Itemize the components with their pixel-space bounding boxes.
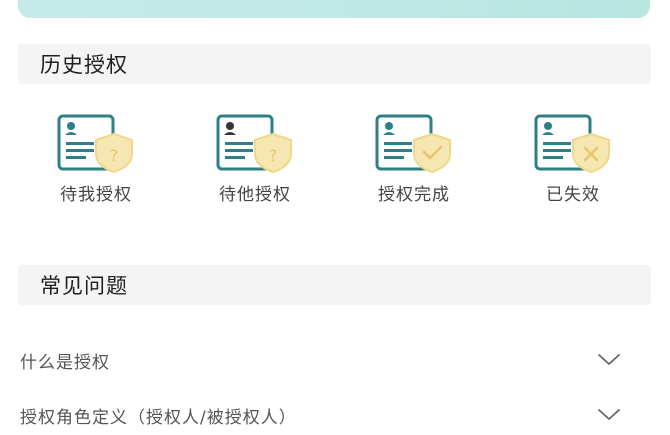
faq-section-title: 常见问题 xyxy=(40,274,128,298)
history-section-header: 历史授权 xyxy=(18,44,651,84)
history-item-label: 授权完成 xyxy=(378,185,450,205)
svg-text:?: ? xyxy=(110,146,119,165)
svg-text:?: ? xyxy=(269,146,278,165)
faq-item-role-definition[interactable]: 授权角色定义（授权人/被授权人） xyxy=(18,395,651,435)
document-question-shield-icon: ? xyxy=(216,114,292,174)
history-item-label: 已失效 xyxy=(546,185,600,205)
document-question-shield-icon: ? xyxy=(57,114,133,174)
history-item-expired[interactable]: 已失效 xyxy=(503,112,643,205)
history-item-label: 待他授权 xyxy=(219,185,291,205)
chevron-down-icon xyxy=(598,409,620,420)
history-section-title: 历史授权 xyxy=(40,53,128,77)
document-cross-shield-icon xyxy=(534,114,610,174)
document-check-shield-icon xyxy=(375,114,451,174)
history-item-completed[interactable]: 授权完成 xyxy=(344,112,484,205)
top-banner xyxy=(18,0,650,18)
faq-section-header: 常见问题 xyxy=(18,265,651,305)
faq-item-what-is-authorization[interactable]: 什么是授权 xyxy=(18,340,651,380)
history-grid: ? 待我授权 ? 待他授权 授权完成 已失效 xyxy=(18,112,651,222)
history-item-pending-me[interactable]: ? 待我授权 xyxy=(26,112,166,205)
faq-question: 授权角色定义（授权人/被授权人） xyxy=(20,407,297,428)
chevron-down-icon xyxy=(598,354,620,365)
faq-question: 什么是授权 xyxy=(20,352,110,373)
history-item-label: 待我授权 xyxy=(60,185,132,205)
history-item-pending-other[interactable]: ? 待他授权 xyxy=(185,112,325,205)
